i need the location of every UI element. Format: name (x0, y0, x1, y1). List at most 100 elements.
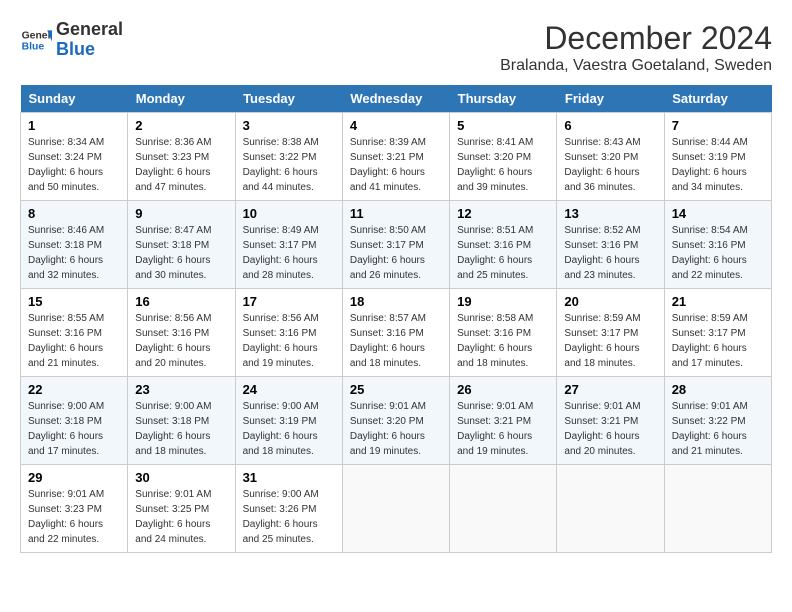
day-cell-31: 31 Sunrise: 9:00 AMSunset: 3:26 PMDaylig… (235, 465, 342, 553)
empty-cell (557, 465, 664, 553)
day-info: Sunrise: 9:01 AMSunset: 3:21 PMDaylight:… (457, 401, 533, 457)
empty-cell (342, 465, 449, 553)
day-cell-22: 22 Sunrise: 9:00 AMSunset: 3:18 PMDaylig… (21, 377, 128, 465)
day-number: 5 (457, 118, 549, 133)
day-info: Sunrise: 9:00 AMSunset: 3:19 PMDaylight:… (243, 401, 319, 457)
day-info: Sunrise: 9:00 AMSunset: 3:18 PMDaylight:… (28, 401, 104, 457)
day-info: Sunrise: 8:56 AMSunset: 3:16 PMDaylight:… (135, 313, 211, 369)
day-number: 31 (243, 470, 335, 485)
day-number: 18 (350, 294, 442, 309)
day-cell-20: 20 Sunrise: 8:59 AMSunset: 3:17 PMDaylig… (557, 289, 664, 377)
day-number: 23 (135, 382, 227, 397)
day-info: Sunrise: 8:58 AMSunset: 3:16 PMDaylight:… (457, 313, 533, 369)
day-number: 10 (243, 206, 335, 221)
day-info: Sunrise: 8:38 AMSunset: 3:22 PMDaylight:… (243, 137, 319, 193)
day-number: 28 (672, 382, 764, 397)
day-number: 22 (28, 382, 120, 397)
calendar-week-3: 15 Sunrise: 8:55 AMSunset: 3:16 PMDaylig… (21, 289, 772, 377)
day-number: 19 (457, 294, 549, 309)
day-info: Sunrise: 9:01 AMSunset: 3:25 PMDaylight:… (135, 489, 211, 545)
day-number: 6 (564, 118, 656, 133)
day-info: Sunrise: 9:01 AMSunset: 3:22 PMDaylight:… (672, 401, 748, 457)
day-cell-28: 28 Sunrise: 9:01 AMSunset: 3:22 PMDaylig… (664, 377, 771, 465)
day-cell-25: 25 Sunrise: 9:01 AMSunset: 3:20 PMDaylig… (342, 377, 449, 465)
day-cell-1: 1 Sunrise: 8:34 AMSunset: 3:24 PMDayligh… (21, 113, 128, 201)
day-number: 16 (135, 294, 227, 309)
svg-text:General: General (22, 30, 52, 41)
day-cell-2: 2 Sunrise: 8:36 AMSunset: 3:23 PMDayligh… (128, 113, 235, 201)
day-cell-6: 6 Sunrise: 8:43 AMSunset: 3:20 PMDayligh… (557, 113, 664, 201)
logo-icon: General Blue (20, 24, 52, 56)
day-info: Sunrise: 8:54 AMSunset: 3:16 PMDaylight:… (672, 225, 748, 281)
day-number: 9 (135, 206, 227, 221)
day-cell-10: 10 Sunrise: 8:49 AMSunset: 3:17 PMDaylig… (235, 201, 342, 289)
day-cell-19: 19 Sunrise: 8:58 AMSunset: 3:16 PMDaylig… (450, 289, 557, 377)
day-number: 8 (28, 206, 120, 221)
day-number: 29 (28, 470, 120, 485)
day-cell-27: 27 Sunrise: 9:01 AMSunset: 3:21 PMDaylig… (557, 377, 664, 465)
calendar-week-2: 8 Sunrise: 8:46 AMSunset: 3:18 PMDayligh… (21, 201, 772, 289)
day-info: Sunrise: 8:34 AMSunset: 3:24 PMDaylight:… (28, 137, 104, 193)
day-cell-7: 7 Sunrise: 8:44 AMSunset: 3:19 PMDayligh… (664, 113, 771, 201)
day-info: Sunrise: 8:36 AMSunset: 3:23 PMDaylight:… (135, 137, 211, 193)
day-number: 15 (28, 294, 120, 309)
header-monday: Monday (128, 85, 235, 113)
day-cell-23: 23 Sunrise: 9:00 AMSunset: 3:18 PMDaylig… (128, 377, 235, 465)
logo: General Blue General Blue (20, 20, 123, 60)
svg-text:Blue: Blue (22, 41, 45, 52)
day-info: Sunrise: 9:00 AMSunset: 3:26 PMDaylight:… (243, 489, 319, 545)
day-number: 14 (672, 206, 764, 221)
logo-text: General Blue (56, 20, 123, 60)
day-info: Sunrise: 8:55 AMSunset: 3:16 PMDaylight:… (28, 313, 104, 369)
day-info: Sunrise: 8:43 AMSunset: 3:20 PMDaylight:… (564, 137, 640, 193)
day-cell-13: 13 Sunrise: 8:52 AMSunset: 3:16 PMDaylig… (557, 201, 664, 289)
day-number: 27 (564, 382, 656, 397)
day-number: 7 (672, 118, 764, 133)
calendar-week-5: 29 Sunrise: 9:01 AMSunset: 3:23 PMDaylig… (21, 465, 772, 553)
header-wednesday: Wednesday (342, 85, 449, 113)
day-info: Sunrise: 9:01 AMSunset: 3:21 PMDaylight:… (564, 401, 640, 457)
day-info: Sunrise: 8:51 AMSunset: 3:16 PMDaylight:… (457, 225, 533, 281)
day-cell-11: 11 Sunrise: 8:50 AMSunset: 3:17 PMDaylig… (342, 201, 449, 289)
page-title: December 2024 (500, 20, 772, 57)
day-cell-8: 8 Sunrise: 8:46 AMSunset: 3:18 PMDayligh… (21, 201, 128, 289)
day-number: 26 (457, 382, 549, 397)
day-number: 21 (672, 294, 764, 309)
day-cell-5: 5 Sunrise: 8:41 AMSunset: 3:20 PMDayligh… (450, 113, 557, 201)
header-thursday: Thursday (450, 85, 557, 113)
day-cell-21: 21 Sunrise: 8:59 AMSunset: 3:17 PMDaylig… (664, 289, 771, 377)
day-cell-24: 24 Sunrise: 9:00 AMSunset: 3:19 PMDaylig… (235, 377, 342, 465)
header-tuesday: Tuesday (235, 85, 342, 113)
day-cell-12: 12 Sunrise: 8:51 AMSunset: 3:16 PMDaylig… (450, 201, 557, 289)
day-number: 20 (564, 294, 656, 309)
day-cell-26: 26 Sunrise: 9:01 AMSunset: 3:21 PMDaylig… (450, 377, 557, 465)
day-number: 12 (457, 206, 549, 221)
day-info: Sunrise: 8:41 AMSunset: 3:20 PMDaylight:… (457, 137, 533, 193)
day-number: 1 (28, 118, 120, 133)
day-cell-15: 15 Sunrise: 8:55 AMSunset: 3:16 PMDaylig… (21, 289, 128, 377)
day-cell-3: 3 Sunrise: 8:38 AMSunset: 3:22 PMDayligh… (235, 113, 342, 201)
day-info: Sunrise: 9:01 AMSunset: 3:20 PMDaylight:… (350, 401, 426, 457)
calendar-week-1: 1 Sunrise: 8:34 AMSunset: 3:24 PMDayligh… (21, 113, 772, 201)
day-info: Sunrise: 8:46 AMSunset: 3:18 PMDaylight:… (28, 225, 104, 281)
day-number: 17 (243, 294, 335, 309)
header-saturday: Saturday (664, 85, 771, 113)
day-number: 11 (350, 206, 442, 221)
day-info: Sunrise: 9:00 AMSunset: 3:18 PMDaylight:… (135, 401, 211, 457)
page-subtitle: Bralanda, Vaestra Goetaland, Sweden (500, 57, 772, 75)
day-number: 13 (564, 206, 656, 221)
day-cell-30: 30 Sunrise: 9:01 AMSunset: 3:25 PMDaylig… (128, 465, 235, 553)
day-info: Sunrise: 8:56 AMSunset: 3:16 PMDaylight:… (243, 313, 319, 369)
day-number: 30 (135, 470, 227, 485)
day-number: 25 (350, 382, 442, 397)
day-number: 24 (243, 382, 335, 397)
day-number: 3 (243, 118, 335, 133)
day-cell-14: 14 Sunrise: 8:54 AMSunset: 3:16 PMDaylig… (664, 201, 771, 289)
day-info: Sunrise: 8:59 AMSunset: 3:17 PMDaylight:… (672, 313, 748, 369)
day-cell-18: 18 Sunrise: 8:57 AMSunset: 3:16 PMDaylig… (342, 289, 449, 377)
day-info: Sunrise: 8:59 AMSunset: 3:17 PMDaylight:… (564, 313, 640, 369)
calendar-week-4: 22 Sunrise: 9:00 AMSunset: 3:18 PMDaylig… (21, 377, 772, 465)
day-cell-16: 16 Sunrise: 8:56 AMSunset: 3:16 PMDaylig… (128, 289, 235, 377)
day-cell-29: 29 Sunrise: 9:01 AMSunset: 3:23 PMDaylig… (21, 465, 128, 553)
day-cell-9: 9 Sunrise: 8:47 AMSunset: 3:18 PMDayligh… (128, 201, 235, 289)
